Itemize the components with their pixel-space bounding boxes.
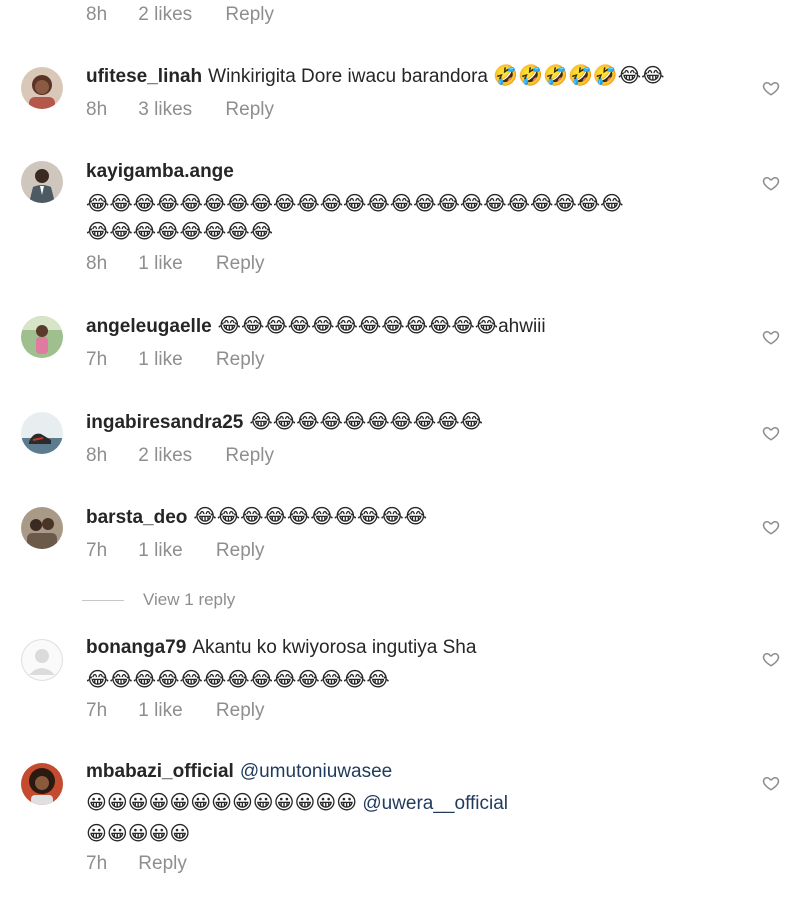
reply-button[interactable]: Reply <box>225 99 274 121</box>
comment-time: 7h <box>86 853 108 874</box>
comment-username[interactable]: ufitese_linah <box>86 66 202 87</box>
comment-text: bonanga79 Akantu ko kwiyorosa ingutiya Sh… <box>86 633 746 663</box>
reply-button[interactable]: Reply <box>216 253 265 275</box>
comment-text: ufitese_linah Winkirigita Dore iwacu bara… <box>86 61 746 92</box>
heart-icon[interactable] <box>762 174 780 192</box>
mention-link[interactable]: @uwera__official <box>362 793 508 814</box>
avatar-group-icon[interactable] <box>21 507 63 549</box>
comment-meta: 8h 2 likes Reply <box>86 445 274 467</box>
comment-username[interactable]: kayigamba.ange <box>86 161 234 182</box>
comment-meta: 7h Reply <box>86 853 187 875</box>
comment-time: 7h <box>86 349 108 370</box>
emoji-laugh-icon: 😂😂😂😂😂😂😂😂😂😂😂😂😂😂😂😂😂😂😂😂😂😂😂 <box>86 191 624 215</box>
comment-username[interactable]: barsta_deo <box>86 507 187 528</box>
comment-text: kayigamba.ange <box>86 157 746 187</box>
reply-button[interactable]: Reply <box>225 445 274 467</box>
comment-likes[interactable]: 1 like <box>138 700 182 722</box>
comment-likes[interactable]: 1 like <box>138 349 182 371</box>
emoji-laugh-icon: 😂😂😂😂😂😂😂😂 <box>86 219 273 243</box>
view-replies-button[interactable]: View 1 reply <box>82 588 235 612</box>
avatar-person-outdoor-icon[interactable] <box>21 316 63 358</box>
comment-meta: 7h 1 like Reply <box>86 540 265 562</box>
heart-icon[interactable] <box>762 79 780 97</box>
avatar-man-suit-icon[interactable] <box>21 161 63 203</box>
comment-likes[interactable]: 3 likes <box>138 99 192 121</box>
comment-username[interactable]: angeleugaelle <box>86 316 212 337</box>
emoji-laugh-icon: 🤣🤣🤣🤣🤣😂😂 <box>493 63 665 87</box>
comment-time: 8h <box>86 445 108 466</box>
emoji-laugh-icon: 😂😂😂😂😂😂😂😂😂😂😂😂 <box>217 313 499 337</box>
comment-text: ingabiresandra25 😂😂😂😂😂😂😂😂😂😂 <box>86 407 746 438</box>
comment-body: Winkirigita Dore iwacu barandora <box>208 66 488 87</box>
reply-button[interactable]: Reply <box>138 853 187 875</box>
comment-body: ahwiii <box>498 316 546 337</box>
comment-body: Akantu ko kwiyorosa ingutiya Sha <box>192 637 477 658</box>
emoji-grin-icon: 😀😀😀😀😀😀😀😀😀😀😀😀😀 <box>86 790 358 814</box>
comment-time: 8h <box>86 4 108 25</box>
heart-icon[interactable] <box>762 774 780 792</box>
emoji-laugh-icon: 😂😂😂😂😂😂😂😂😂😂 <box>249 409 484 433</box>
comment-meta: 7h 1 like Reply <box>86 349 265 371</box>
reply-button[interactable]: Reply <box>216 700 265 722</box>
heart-icon[interactable] <box>762 518 780 536</box>
heart-icon[interactable] <box>762 650 780 668</box>
comment-meta: 8h 3 likes Reply <box>86 99 274 121</box>
heart-icon[interactable] <box>762 328 780 346</box>
comment-meta: 7h 1 like Reply <box>86 700 265 722</box>
comment-text: angeleugaelle 😂😂😂😂😂😂😂😂😂😂😂😂ahwiii <box>86 311 746 342</box>
comment-text: 😀😀😀😀😀😀😀😀😀😀😀😀😀 @uwera__official <box>86 788 746 819</box>
emoji-grin-icon: 😀😀😀😀😀 <box>86 821 191 845</box>
comment-likes[interactable]: 1 like <box>138 540 182 562</box>
avatar-shoes-icon[interactable] <box>21 412 63 454</box>
comment-text: barsta_deo 😂😂😂😂😂😂😂😂😂😂 <box>86 502 746 533</box>
heart-icon[interactable] <box>762 424 780 442</box>
comment-time: 8h <box>86 99 108 120</box>
view-replies-label[interactable]: View 1 reply <box>143 590 235 610</box>
comment-username[interactable]: mbabazi_official <box>86 761 234 782</box>
reply-button[interactable]: Reply <box>216 540 265 562</box>
divider <box>82 599 124 601</box>
comment-meta-top: 8h 2 likes Reply <box>86 4 274 26</box>
comment-text: mbabazi_official @umutoniuwasee <box>86 757 746 787</box>
default-avatar-icon[interactable] <box>21 639 63 681</box>
comment-time: 8h <box>86 253 108 274</box>
avatar-woman-curly-icon[interactable] <box>21 763 63 805</box>
comment-meta: 8h 1 like Reply <box>86 253 265 275</box>
avatar-woman-icon[interactable] <box>21 67 63 109</box>
mention-link[interactable]: @umutoniuwasee <box>240 761 392 782</box>
comment-likes[interactable]: 1 like <box>138 253 182 275</box>
emoji-laugh-icon: 😂😂😂😂😂😂😂😂😂😂 <box>193 504 428 528</box>
comment-likes[interactable]: 2 likes <box>138 445 192 467</box>
comment-username[interactable]: ingabiresandra25 <box>86 412 243 433</box>
comment-time: 7h <box>86 540 108 561</box>
reply-button[interactable]: Reply <box>216 349 265 371</box>
reply-button[interactable]: Reply <box>225 4 274 26</box>
emoji-laugh-icon: 😂😂😂😂😂😂😂😂😂😂😂😂😂 <box>86 667 390 691</box>
comment-username[interactable]: bonanga79 <box>86 637 186 658</box>
comment-likes[interactable]: 2 likes <box>138 4 192 26</box>
comment-time: 7h <box>86 700 108 721</box>
